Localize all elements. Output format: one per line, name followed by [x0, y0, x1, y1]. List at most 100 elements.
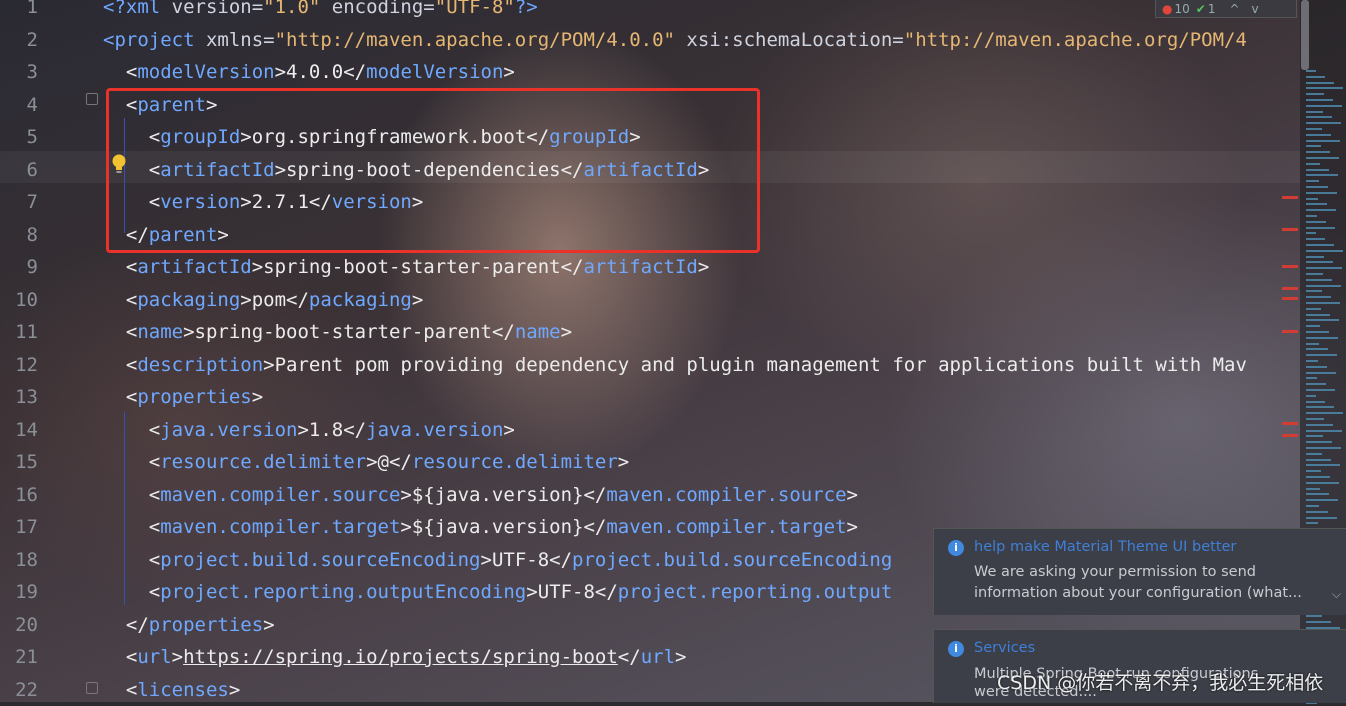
minimap-line — [1306, 140, 1340, 142]
line-number: 4 — [0, 89, 38, 122]
code-text[interactable]: <?xml version="1.0" encoding="UTF-8"?> — [103, 0, 538, 24]
code-line[interactable]: 14 <java.version>1.8</java.version> — [0, 414, 1300, 447]
previous-highlight-button[interactable]: ^ — [1229, 2, 1239, 16]
minimap-line — [1306, 325, 1320, 327]
minimap-line — [1306, 308, 1321, 310]
error-stripe-mark[interactable] — [1282, 228, 1298, 231]
code-line[interactable]: 10 <packaging>pom</packaging> — [0, 284, 1300, 317]
minimap-line — [1306, 279, 1332, 281]
notification-body-line: information about your configuration (wh… — [974, 583, 1302, 604]
code-text[interactable]: <modelVersion>4.0.0</modelVersion> — [103, 56, 515, 89]
minimap-line — [1306, 464, 1340, 466]
minimap-line — [1306, 499, 1338, 501]
error-count: 10 — [1174, 2, 1189, 16]
code-text[interactable]: <project.build.sourceEncoding>UTF-8</pro… — [103, 544, 892, 577]
code-text[interactable]: <artifactId>spring-boot-starter-parent</… — [103, 251, 709, 284]
code-token: < — [103, 679, 137, 701]
line-number: 12 — [0, 349, 38, 382]
code-text[interactable]: <java.version>1.8</java.version> — [103, 414, 515, 447]
line-number: 8 — [0, 219, 38, 252]
code-text[interactable]: <project xmlns="http://maven.apache.org/… — [103, 24, 1247, 57]
code-token: resource.delimiter — [160, 451, 366, 473]
code-text[interactable]: <name>spring-boot-starter-parent</name> — [103, 316, 572, 349]
line-number: 20 — [0, 609, 38, 642]
code-token: <?xml — [103, 0, 172, 18]
minimap-line — [1306, 441, 1332, 443]
minimap-line — [1306, 505, 1319, 507]
code-token: > — [561, 321, 572, 343]
code-text[interactable]: <resource.delimiter>@</resource.delimite… — [103, 446, 629, 479]
notification-title[interactable]: Services — [974, 640, 1035, 656]
minimap-line — [1306, 343, 1319, 345]
notification-material-theme[interactable]: i help make Material Theme UI better We … — [933, 528, 1346, 615]
code-line[interactable]: 3 <modelVersion>4.0.0</modelVersion> — [0, 56, 1300, 89]
chevron-down-icon[interactable]: ⌵ — [1332, 587, 1341, 602]
code-text[interactable]: <maven.compiler.source>${java.version}</… — [103, 479, 858, 512]
code-text[interactable]: <description>Parent pom providing depend… — [103, 349, 1247, 382]
error-stripe-mark[interactable] — [1282, 287, 1298, 290]
line-number: 18 — [0, 544, 38, 577]
minimap-line — [1306, 418, 1324, 420]
code-token: < — [103, 289, 137, 311]
minimap-line — [1306, 163, 1320, 165]
code-line[interactable]: 1<?xml version="1.0" encoding="UTF-8"?> — [0, 0, 1300, 24]
code-text[interactable]: <licenses> — [103, 674, 240, 706]
code-token: description — [137, 354, 263, 376]
code-line[interactable]: 11 <name>spring-boot-starter-parent</nam… — [0, 316, 1300, 349]
error-stripe-mark[interactable] — [1282, 297, 1298, 300]
code-token: >Parent pom providing dependency and plu… — [263, 354, 1247, 376]
code-line[interactable]: 9 <artifactId>spring-boot-starter-parent… — [0, 251, 1300, 284]
minimap-line — [1306, 372, 1336, 374]
code-text[interactable]: <project.reporting.outputEncoding>UTF-8<… — [103, 576, 892, 609]
info-icon: i — [948, 641, 964, 657]
highlight-annotation-box — [106, 88, 760, 253]
code-text[interactable]: <url>https://spring.io/projects/spring-b… — [103, 641, 686, 674]
code-token: >${java.version}</ — [400, 484, 606, 506]
minimap-line — [1306, 111, 1323, 113]
code-line[interactable]: 12 <description>Parent pom providing dep… — [0, 349, 1300, 382]
code-token: maven.compiler.target — [606, 516, 846, 538]
code-text[interactable]: <properties> — [103, 381, 263, 414]
code-line[interactable]: 13 <properties> — [0, 381, 1300, 414]
line-number: 16 — [0, 479, 38, 512]
watermark-text: CSDN @你若不离不弃，我必生死相依 — [997, 668, 1323, 695]
code-line[interactable]: 15 <resource.delimiter>@</resource.delim… — [0, 446, 1300, 479]
code-line[interactable]: 16 <maven.compiler.source>${java.version… — [0, 479, 1300, 512]
minimap-line — [1306, 180, 1319, 182]
code-text[interactable]: <packaging>pom</packaging> — [103, 284, 423, 317]
error-icon: ● — [1162, 2, 1172, 16]
minimap-line — [1306, 314, 1330, 316]
minimap-line — [1306, 290, 1322, 292]
minimap-line — [1306, 331, 1329, 333]
minimap-line — [1306, 360, 1318, 362]
code-text[interactable]: <maven.compiler.target>${java.version}</… — [103, 511, 858, 544]
line-number: 11 — [0, 316, 38, 349]
minimap-line — [1306, 401, 1325, 403]
minimap-line — [1306, 145, 1321, 147]
error-stripe-mark[interactable] — [1282, 196, 1298, 199]
code-token: modelVersion — [137, 61, 274, 83]
code-token: url — [137, 646, 171, 668]
error-stripe-mark[interactable] — [1282, 434, 1298, 437]
code-token: </ — [103, 614, 149, 636]
error-stripe-mark[interactable] — [1282, 265, 1298, 268]
minimap-line — [1306, 366, 1327, 368]
code-token: < — [103, 646, 137, 668]
minimap-line — [1306, 389, 1335, 391]
line-number: 9 — [0, 251, 38, 284]
code-token: < — [103, 484, 160, 506]
code-line[interactable]: 2<project xmlns="http://maven.apache.org… — [0, 24, 1300, 57]
error-stripe-mark[interactable] — [1282, 330, 1298, 333]
code-text[interactable]: </properties> — [103, 609, 275, 642]
error-stripe-mark[interactable] — [1282, 422, 1298, 425]
scrollbar-thumb[interactable] — [1301, 0, 1309, 70]
minimap-line — [1306, 511, 1328, 513]
minimap-line — [1306, 296, 1331, 298]
next-highlight-button[interactable]: v — [1252, 2, 1259, 16]
minimap-line — [1306, 192, 1337, 194]
code-token: name — [137, 321, 183, 343]
inspection-widget[interactable]: ● 10 ✔ 1 ^ v — [1155, 0, 1297, 18]
notification-title[interactable]: help make Material Theme UI better — [974, 539, 1236, 555]
code-token: > — [172, 646, 183, 668]
code-token: >${java.version}</ — [400, 516, 606, 538]
